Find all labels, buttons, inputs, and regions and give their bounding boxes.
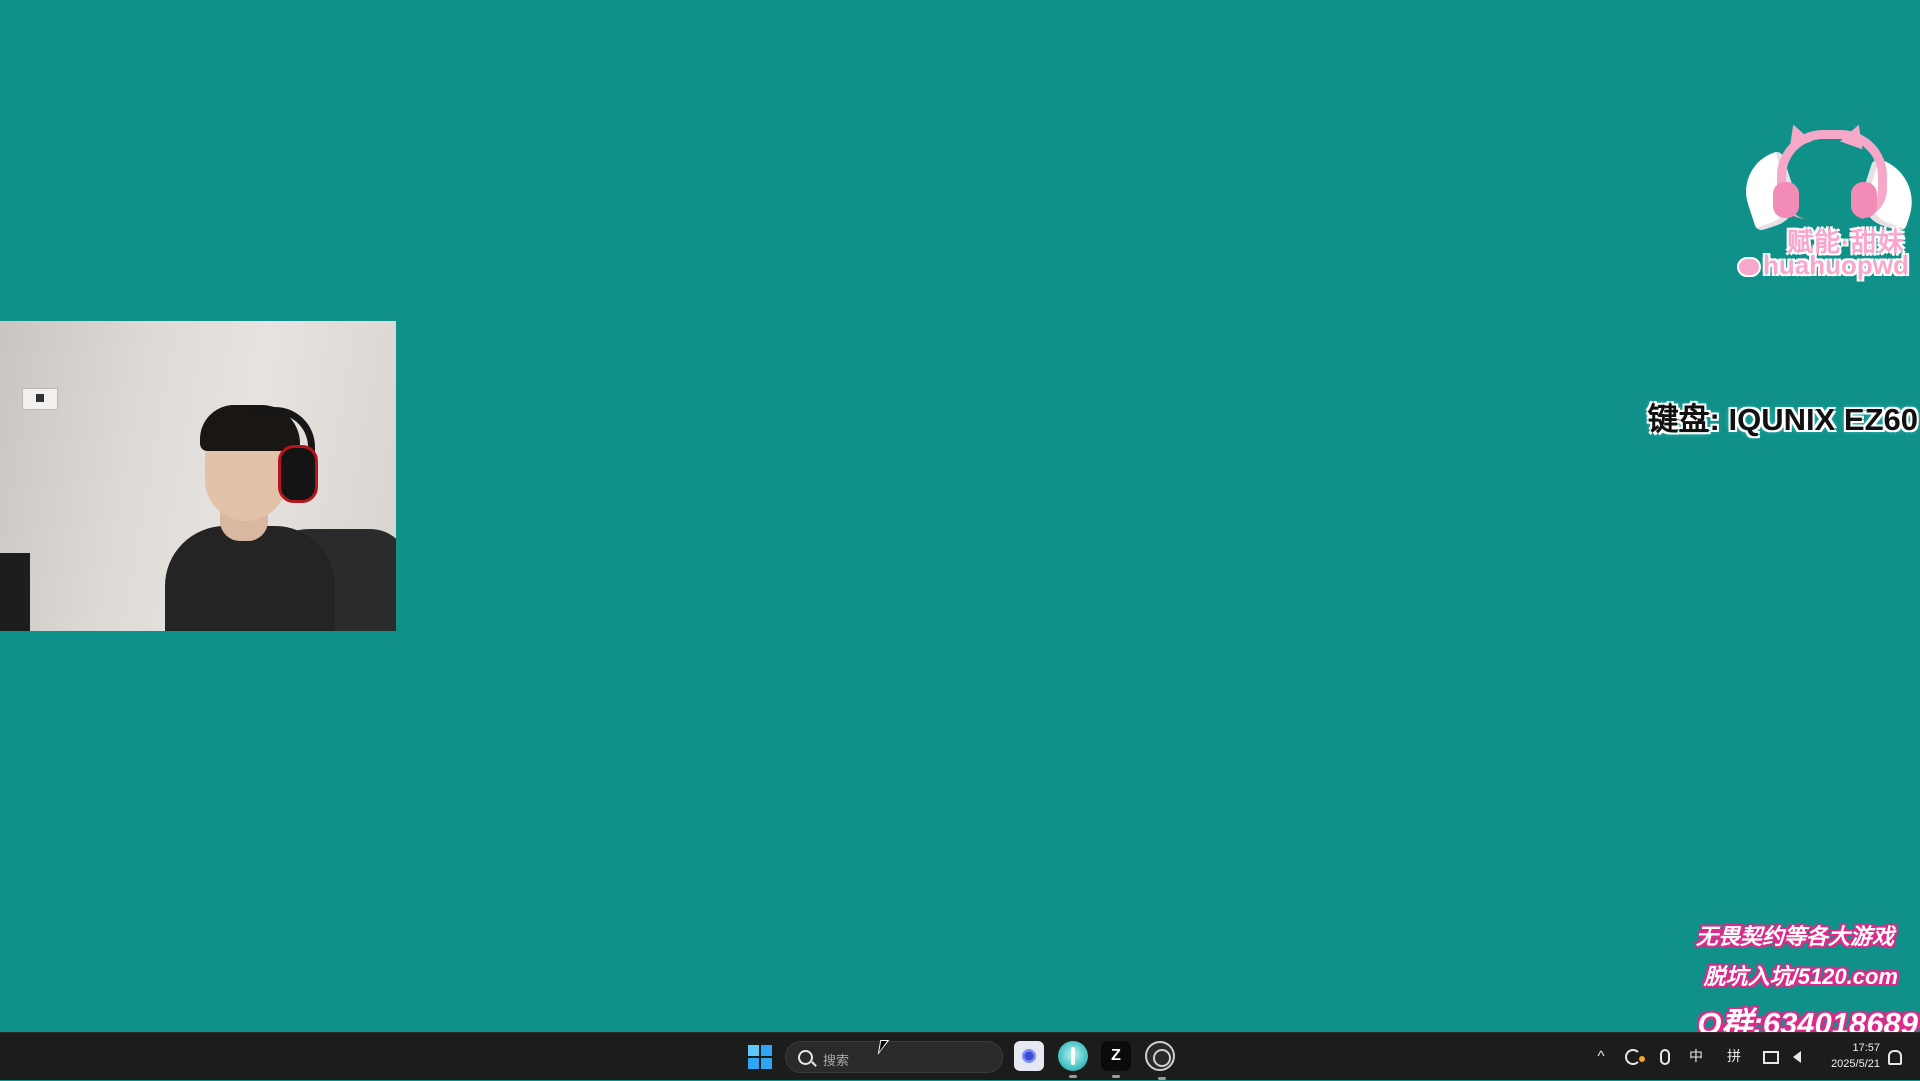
taskbar-clock[interactable]: 17:57 2025/5/21	[1816, 1040, 1880, 1072]
person-torso	[165, 526, 335, 631]
taskbar: 搜索 Z ^ 中 拼 17:57 2025/5/21	[0, 1032, 1920, 1080]
earcup-right	[1851, 182, 1877, 218]
clock-time: 17:57	[1852, 1042, 1880, 1054]
app-z-label: Z	[1111, 1047, 1121, 1064]
promo-line-2: 脱坑入坑/5120.com	[1703, 964, 1898, 989]
desktop: 赋能·甜妹 huahuopwd 键盘: IQUNIX EZ60 无畏契约等各大游…	[0, 0, 1920, 1041]
running-indicator	[1069, 1075, 1077, 1078]
app-teal-figure-icon[interactable]	[1058, 1041, 1088, 1078]
obs-icon[interactable]	[1145, 1041, 1175, 1080]
promo-line-1: 无畏契约等各大游戏	[1695, 924, 1894, 949]
logo-handle: huahuopwd	[1737, 250, 1920, 281]
app-z-icon[interactable]: Z	[1101, 1041, 1131, 1078]
ime-layout-indicator[interactable]: 拼	[1722, 1033, 1746, 1081]
volume-icon[interactable]	[1786, 1033, 1808, 1081]
wall-switch	[22, 388, 58, 410]
headphone-cup	[278, 445, 318, 503]
stream-logo: 赋能·甜妹 huahuopwd	[1735, 120, 1920, 284]
windows-start-icon[interactable]	[748, 1045, 772, 1069]
mic-stand	[0, 553, 30, 631]
sync-icon[interactable]	[1622, 1033, 1645, 1081]
clock-date: 2025/5/21	[1831, 1058, 1880, 1070]
ime-mode-indicator[interactable]: 中	[1684, 1033, 1708, 1081]
wechat-icon	[1737, 257, 1761, 278]
logo-handle-text: huahuopwd	[1763, 250, 1909, 280]
notification-bell-icon[interactable]	[1884, 1033, 1906, 1081]
microphone-icon[interactable]	[1656, 1033, 1674, 1081]
keyboard-caption: 键盘: IQUNIX EZ60	[1647, 402, 1918, 437]
webcam-overlay	[0, 321, 396, 631]
search-placeholder: 搜索	[823, 1054, 850, 1069]
taskbar-search-input[interactable]: 搜索	[785, 1041, 1003, 1073]
search-icon	[798, 1050, 813, 1065]
app-blue-circle-icon[interactable]	[1014, 1041, 1044, 1071]
running-indicator	[1112, 1075, 1120, 1078]
show-hidden-icons-chevron-icon[interactable]: ^	[1592, 1033, 1610, 1081]
earcup-left	[1773, 182, 1799, 218]
network-icon[interactable]	[1760, 1033, 1782, 1081]
